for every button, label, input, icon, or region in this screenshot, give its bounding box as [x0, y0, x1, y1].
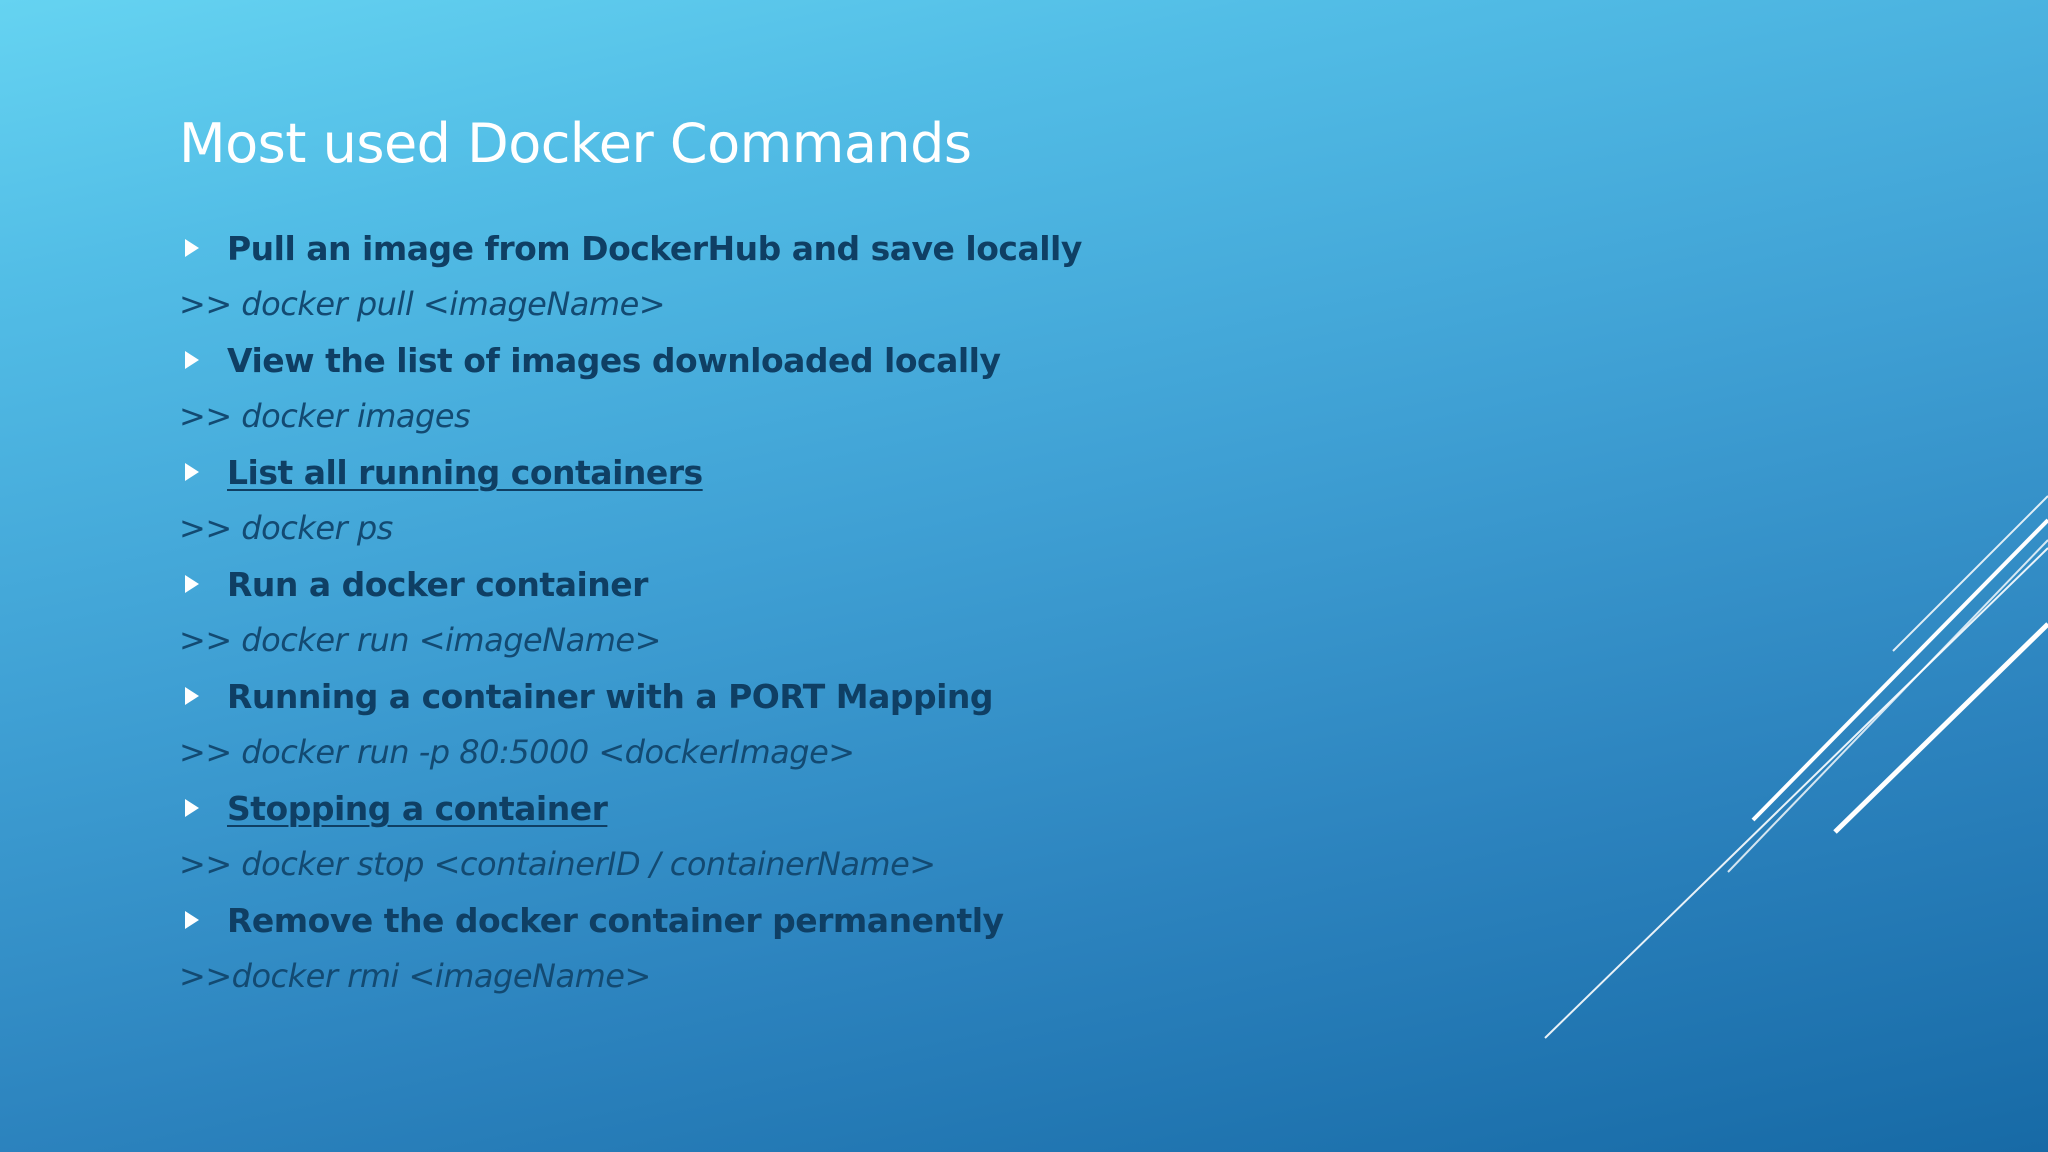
accent-line — [1892, 495, 2048, 652]
decorative-lines — [1544, 495, 2048, 1039]
accent-line — [1544, 547, 2048, 1039]
accent-line — [1727, 539, 2048, 873]
